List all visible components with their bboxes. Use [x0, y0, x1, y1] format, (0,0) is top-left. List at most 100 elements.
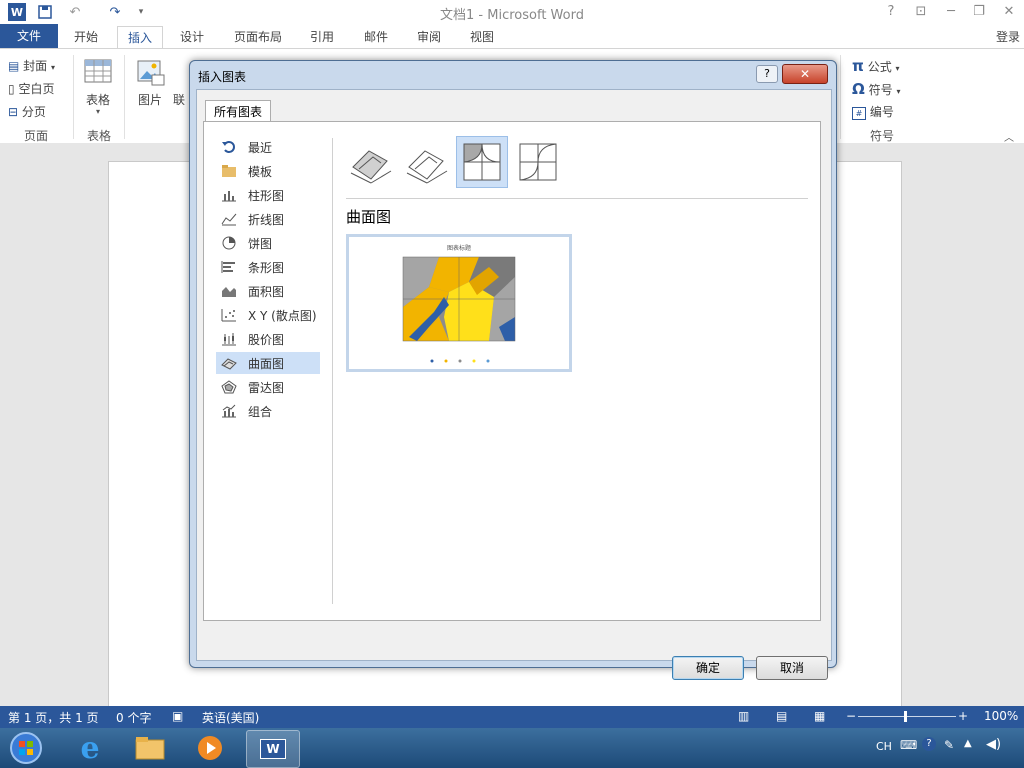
chart-preview[interactable]: 图表标题	[346, 234, 572, 372]
insert-chart-dialog: 插入图表 ? ✕ 所有图表 最近 模板 柱形图 折线图 饼图 条形图 面积图 X Y (散点图…	[189, 60, 837, 680]
cover-page-button[interactable]: ▤ 封面 ▾	[8, 57, 55, 74]
chart-category-item[interactable]: 组合	[216, 400, 320, 422]
print-layout-icon[interactable]: ▤	[776, 709, 787, 723]
chart-type-heading: 曲面图	[346, 208, 392, 226]
media-player-icon[interactable]	[184, 730, 236, 766]
chart-category-item[interactable]: 面积图	[216, 280, 320, 302]
tab-file[interactable]: 文件	[0, 24, 58, 48]
internet-explorer-icon[interactable]: e	[64, 730, 116, 766]
zoom-slider[interactable]	[858, 716, 956, 717]
tab-view[interactable]: 视图	[460, 26, 504, 48]
radar-chart-icon	[220, 379, 238, 395]
number-button[interactable]: # 编号	[852, 103, 894, 120]
chart-category-label: 曲面图	[248, 356, 285, 371]
page-break-button[interactable]: ⊟ 分页	[8, 103, 46, 120]
chart-category-label: 折线图	[248, 212, 285, 227]
chart-category-label: 面积图	[248, 284, 285, 299]
tab-all-charts[interactable]: 所有图表	[205, 100, 271, 123]
dialog-help-button[interactable]: ?	[756, 65, 778, 83]
chart-category-item[interactable]: 雷达图	[216, 376, 320, 398]
word-taskbar-button[interactable]: W	[246, 730, 300, 768]
save-icon[interactable]	[36, 3, 54, 21]
chart-category-item[interactable]: 曲面图	[216, 352, 320, 374]
restore-button[interactable]: ❐	[968, 3, 990, 21]
volume-icon[interactable]: ◀)	[986, 737, 1001, 752]
close-button[interactable]: ✕	[998, 3, 1020, 21]
chart-pane: 最近 模板 柱形图 折线图 饼图 条形图 面积图 X Y (散点图) 股价图 曲面图 雷达图 组合 曲…	[203, 121, 821, 621]
tab-insert[interactable]: 插入	[117, 26, 164, 49]
tray-settings-icon[interactable]: ✎	[944, 738, 954, 752]
chart-category-item[interactable]: X Y (散点图)	[216, 304, 320, 326]
ribbon-display-options-button[interactable]: ⊡	[910, 3, 932, 21]
cover-page-label: 封面	[23, 59, 48, 73]
web-layout-icon[interactable]: ▦	[814, 709, 825, 723]
minimize-button[interactable]: ─	[940, 3, 962, 21]
ok-button[interactable]: 确定	[672, 656, 744, 680]
online-pictures-button[interactable]: 联	[173, 91, 185, 108]
blank-page-button[interactable]: ▯ 空白页	[8, 80, 54, 97]
equation-button[interactable]: π 公式 ▾	[852, 57, 900, 75]
help-icon[interactable]: ?	[922, 737, 936, 751]
chart-category-item[interactable]: 柱形图	[216, 184, 320, 206]
wireframe-contour-subtype[interactable]	[512, 136, 564, 188]
pane-separator	[346, 198, 808, 199]
tab-references[interactable]: 引用	[300, 26, 344, 48]
keyboard-icon[interactable]: ⌨	[900, 738, 917, 752]
zoom-in-icon[interactable]: +	[958, 709, 968, 723]
chart-category-item[interactable]: 条形图	[216, 256, 320, 278]
start-button[interactable]	[0, 730, 52, 766]
surface-chart-icon	[220, 355, 238, 371]
symbol-button[interactable]: Ω 符号 ▾	[852, 80, 900, 98]
input-language-indicator[interactable]: CH	[876, 740, 892, 753]
dialog-close-button[interactable]: ✕	[782, 64, 828, 84]
3d-surface-subtype[interactable]	[344, 136, 396, 188]
word-count[interactable]: 0 个字	[116, 709, 151, 726]
proofing-icon[interactable]: ▣	[172, 709, 183, 723]
cover-page-icon: ▤	[8, 59, 20, 73]
combo-chart-icon	[220, 403, 238, 419]
zoom-out-icon[interactable]: −	[846, 709, 856, 723]
tab-page-layout[interactable]: 页面布局	[224, 26, 292, 48]
collapse-ribbon-icon[interactable]: ︿	[1004, 129, 1014, 144]
chart-category-label: 最近	[248, 140, 273, 155]
undo-icon[interactable]: ↶	[66, 3, 84, 21]
language-indicator[interactable]: 英语(美国)	[202, 709, 259, 726]
contour-icon	[463, 143, 501, 181]
sign-in-link[interactable]: 登录	[996, 28, 1020, 45]
group-separator	[73, 55, 74, 139]
table-icon[interactable]	[84, 59, 114, 85]
customize-qat-icon[interactable]: ▾	[132, 3, 150, 21]
window-title: 文档1 - Microsoft Word	[440, 8, 584, 23]
chart-category-label: 股价图	[248, 332, 285, 347]
equation-label: 公式	[867, 60, 892, 74]
picture-button[interactable]: 图片	[138, 91, 162, 108]
dialog-body: 所有图表 最近 模板 柱形图 折线图 饼图 条形图 面积图 X Y (散点图) 股价图 曲面图 雷达…	[196, 89, 832, 680]
chart-category-item[interactable]: 模板	[216, 160, 320, 182]
redo-icon[interactable]: ↷	[106, 3, 124, 21]
chart-category-item[interactable]: 最近	[216, 136, 320, 158]
table-button[interactable]: 表格	[86, 91, 110, 108]
blank-page-label: 空白页	[18, 82, 55, 96]
chart-category-item[interactable]: 折线图	[216, 208, 320, 230]
help-button[interactable]: ?	[880, 3, 902, 21]
zoom-slider-thumb[interactable]	[904, 711, 907, 722]
picture-icon[interactable]	[136, 59, 166, 87]
cancel-button[interactable]: 取消	[756, 656, 828, 680]
chart-category-item[interactable]: 股价图	[216, 328, 320, 350]
contour-subtype[interactable]	[456, 136, 508, 188]
file-explorer-icon[interactable]	[124, 730, 176, 766]
number-label: 编号	[869, 105, 894, 119]
wireframe-3d-surface-subtype[interactable]	[400, 136, 452, 188]
tab-mailings[interactable]: 邮件	[354, 26, 398, 48]
page-count[interactable]: 第 1 页，共 1 页	[8, 709, 99, 726]
zoom-level[interactable]: 100%	[984, 709, 1018, 723]
show-hidden-icons-icon[interactable]: ▲	[964, 738, 972, 749]
word-app-icon[interactable]: W	[8, 3, 26, 21]
tab-review[interactable]: 审阅	[407, 26, 451, 48]
chart-category-item[interactable]: 饼图	[216, 232, 320, 254]
tab-design[interactable]: 设计	[170, 26, 214, 48]
read-mode-icon[interactable]: ▥	[738, 709, 749, 723]
taskbar: e W CH ⌨ ? ✎ ▲ ◀)	[0, 728, 1024, 768]
tab-home[interactable]: 开始	[64, 26, 108, 48]
folder-icon	[220, 163, 238, 179]
